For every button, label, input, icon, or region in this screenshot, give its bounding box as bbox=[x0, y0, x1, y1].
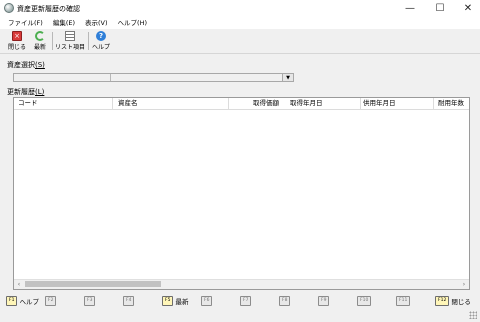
fkey-badge: F4 bbox=[123, 296, 135, 306]
fkey-badge: F7 bbox=[240, 296, 252, 306]
fkey-f11[interactable]: F11 bbox=[396, 295, 411, 307]
minimize-button[interactable]: — bbox=[396, 0, 424, 17]
column-divider[interactable] bbox=[112, 98, 113, 109]
asset-select-label-text: 資産選択 bbox=[7, 61, 35, 69]
function-key-bar: F1 ヘルプ F2 F3 F4 F5 最新 F6 F7 F8 F9 F10 F1… bbox=[0, 293, 480, 309]
toolbar: × 閉じる 最新 リスト項目 ? ヘルプ bbox=[0, 29, 480, 54]
menu-edit[interactable]: 編集(E) bbox=[48, 17, 80, 29]
scrollbar-thumb[interactable] bbox=[25, 281, 161, 287]
menu-bar: ファイル(F) 編集(E) 表示(V) ヘルプ(H) bbox=[0, 17, 480, 29]
menu-help[interactable]: ヘルプ(H) bbox=[113, 17, 152, 29]
column-header-code[interactable]: コード bbox=[18, 98, 38, 109]
asset-select-mnemonic: (S) bbox=[35, 61, 45, 69]
fkey-f8[interactable]: F8 bbox=[279, 295, 291, 307]
scroll-left-icon[interactable]: ‹ bbox=[14, 280, 24, 289]
fkey-badge: F6 bbox=[201, 296, 213, 306]
fkey-f6[interactable]: F6 bbox=[201, 295, 213, 307]
fkey-label: 閉じる bbox=[451, 298, 471, 306]
refresh-button-label: 最新 bbox=[33, 44, 46, 51]
fkey-badge: F1 bbox=[6, 296, 18, 306]
close-window-button[interactable]: ✕ bbox=[454, 0, 480, 17]
fkey-f5[interactable]: F5 最新 bbox=[162, 295, 188, 307]
help-icon: ? bbox=[96, 31, 106, 41]
column-header-useful-life[interactable]: 耐用年数 bbox=[438, 98, 464, 109]
scroll-right-icon[interactable]: › bbox=[459, 280, 469, 289]
close-icon: × bbox=[12, 31, 22, 41]
fkey-label: 最新 bbox=[175, 298, 189, 306]
history-label: 更新履歴(L) bbox=[7, 87, 44, 97]
refresh-button[interactable]: 最新 bbox=[30, 30, 50, 52]
column-header-acquisition-date[interactable]: 取得年月日 bbox=[290, 98, 323, 109]
fkey-badge: F11 bbox=[396, 296, 411, 306]
fkey-f9[interactable]: F9 bbox=[318, 295, 330, 307]
column-header-asset-name[interactable]: 資産名 bbox=[118, 98, 138, 109]
chevron-down-icon[interactable]: ▼ bbox=[282, 74, 293, 81]
fkey-f1[interactable]: F1 ヘルプ bbox=[6, 295, 39, 307]
help-button-label: ヘルプ bbox=[91, 44, 110, 51]
resize-grip[interactable] bbox=[469, 311, 477, 319]
column-divider[interactable] bbox=[433, 98, 434, 109]
menu-file[interactable]: ファイル(F) bbox=[0, 17, 48, 29]
close-button-label: 閉じる bbox=[7, 44, 26, 51]
menu-view[interactable]: 表示(V) bbox=[80, 17, 113, 29]
refresh-icon bbox=[35, 31, 45, 41]
fkey-badge: F3 bbox=[84, 296, 96, 306]
window-title: 資産更新履歴の確認 bbox=[17, 5, 80, 13]
fkey-f2[interactable]: F2 bbox=[45, 295, 57, 307]
horizontal-scrollbar[interactable]: ‹ › bbox=[14, 279, 469, 289]
asset-select-dropdown[interactable]: ▼ bbox=[13, 73, 294, 82]
list-items-button-label: リスト項目 bbox=[54, 44, 85, 51]
asset-select-label: 資産選択(S) bbox=[7, 60, 45, 70]
fkey-badge: F8 bbox=[279, 296, 291, 306]
history-mnemonic: (L) bbox=[35, 88, 45, 96]
fkey-f4[interactable]: F4 bbox=[123, 295, 135, 307]
list-items-button[interactable]: リスト項目 bbox=[54, 30, 86, 52]
app-icon bbox=[4, 3, 14, 13]
column-header-service-date[interactable]: 供用年月日 bbox=[363, 98, 396, 109]
history-label-text: 更新履歴 bbox=[7, 88, 35, 96]
fkey-badge: F12 bbox=[435, 296, 450, 306]
table-header: コード 資産名 取得価額 取得年月日 供用年月日 耐用年数 bbox=[14, 98, 469, 110]
history-table[interactable]: コード 資産名 取得価額 取得年月日 供用年月日 耐用年数 ‹ › bbox=[13, 97, 470, 290]
fkey-badge: F2 bbox=[45, 296, 57, 306]
help-button[interactable]: ? ヘルプ bbox=[90, 30, 112, 52]
list-icon bbox=[65, 31, 75, 41]
fkey-f10[interactable]: F10 bbox=[357, 295, 372, 307]
fkey-badge: F9 bbox=[318, 296, 330, 306]
fkey-label: ヘルプ bbox=[19, 298, 39, 306]
fkey-badge: F5 bbox=[162, 296, 174, 306]
toolbar-separator bbox=[88, 32, 89, 50]
fkey-badge: F10 bbox=[357, 296, 372, 306]
maximize-button[interactable]: ☐ bbox=[426, 0, 454, 17]
column-divider[interactable] bbox=[228, 98, 229, 109]
fkey-f12[interactable]: F12 閉じる bbox=[435, 295, 471, 307]
fkey-f3[interactable]: F3 bbox=[84, 295, 96, 307]
title-bar: 資産更新履歴の確認 — ☐ ✕ bbox=[0, 0, 480, 17]
close-button[interactable]: × 閉じる bbox=[6, 30, 28, 52]
column-divider[interactable] bbox=[360, 98, 361, 109]
asset-select-divider bbox=[110, 74, 111, 81]
column-header-acquisition-cost[interactable]: 取得価額 bbox=[253, 98, 279, 109]
toolbar-separator bbox=[52, 32, 53, 50]
fkey-f7[interactable]: F7 bbox=[240, 295, 252, 307]
